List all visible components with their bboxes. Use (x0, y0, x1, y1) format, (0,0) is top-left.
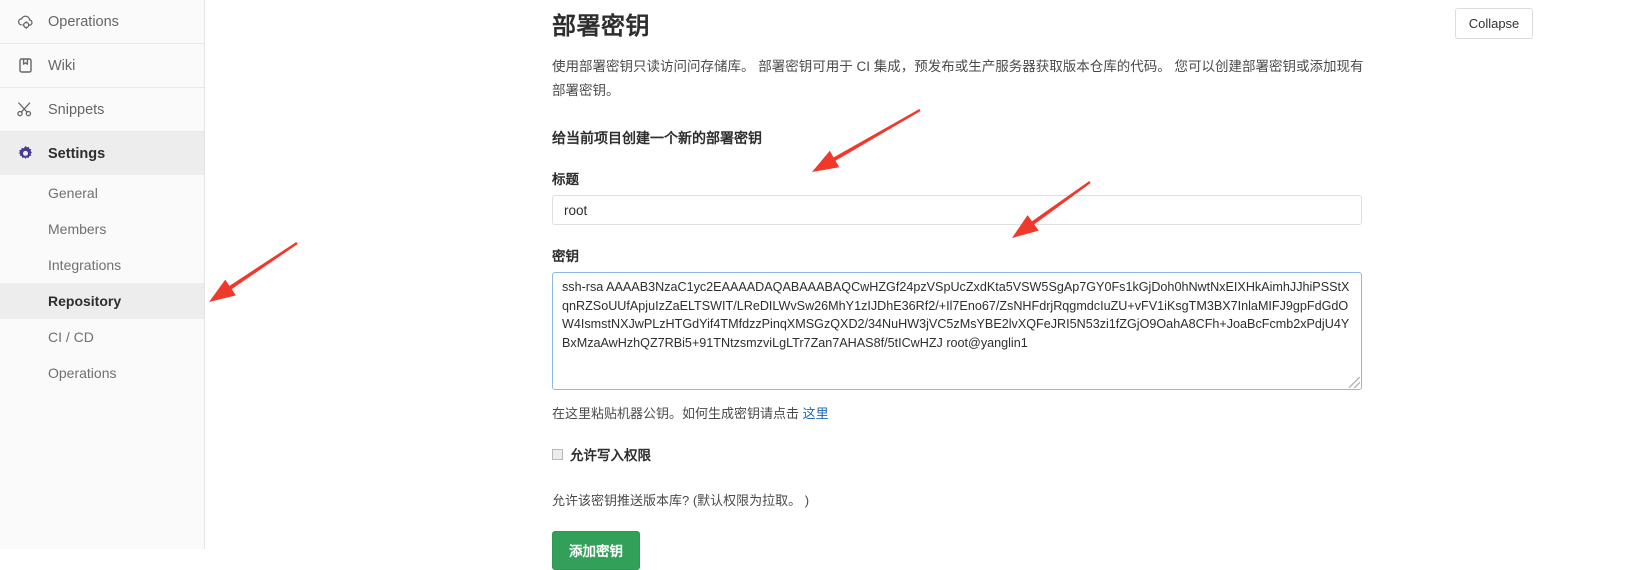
sidebar-item-label: Operations (48, 13, 119, 30)
key-field-label: 密钥 (552, 249, 579, 265)
sidebar: Operations Wiki Snippets Settings Genera… (0, 0, 205, 549)
gear-icon (14, 145, 36, 162)
sidebar-subitem-members[interactable]: Members (0, 211, 204, 247)
write-access-label: 允许写入权限 (570, 448, 651, 464)
sidebar-subitem-operations[interactable]: Operations (0, 355, 204, 391)
collapse-button[interactable]: Collapse (1455, 8, 1533, 39)
sidebar-item-settings[interactable]: Settings (0, 132, 204, 175)
sidebar-subitem-label: Repository (48, 293, 122, 309)
title-input[interactable] (552, 195, 1362, 226)
sidebar-item-label: Snippets (48, 101, 105, 118)
sidebar-subitem-label: Integrations (48, 257, 122, 273)
sidebar-subitem-integrations[interactable]: Integrations (0, 247, 204, 283)
page-description: 使用部署密钥只读访问问存储库。 部署密钥可用于 CI 集成，预发布或生产服务器获… (552, 59, 1364, 98)
sidebar-item-snippets[interactable]: Snippets (0, 88, 204, 131)
sidebar-subitem-ci-cd[interactable]: CI / CD (0, 319, 204, 355)
add-key-button[interactable]: 添加密钥 (552, 531, 640, 570)
sidebar-subitem-label: CI / CD (48, 329, 94, 345)
sidebar-subitem-label: Members (48, 221, 107, 237)
sidebar-subitem-general[interactable]: General (0, 175, 204, 211)
sidebar-subitem-label: Operations (48, 365, 117, 381)
collapse-button-label: Collapse (1468, 16, 1520, 31)
book-icon (14, 58, 36, 74)
sidebar-subitem-label: General (48, 185, 98, 201)
ssh-key-textarea[interactable]: ssh-rsa AAAAB3NzaC1yc2EAAAADAQABAAABAQCw… (552, 272, 1362, 391)
scissors-icon (14, 102, 36, 118)
sidebar-item-operations[interactable]: Operations (0, 0, 204, 43)
key-generate-link[interactable]: 这里 (803, 406, 829, 421)
key-hint: 在这里粘贴机器公钥。如何生成密钥请点击 这里 (552, 403, 1432, 422)
sidebar-item-wiki[interactable]: Wiki (0, 44, 204, 87)
section-title: 给当前项目创建一个新的部署密钥 (552, 130, 762, 147)
title-field-label: 标题 (552, 172, 579, 188)
sidebar-item-label: Settings (48, 145, 106, 162)
write-access-note: 允许该密钥推送版本库? (默认权限为拉取。 ) (552, 493, 810, 509)
sidebar-item-label: Wiki (48, 57, 76, 74)
sidebar-subitem-repository[interactable]: Repository (0, 283, 204, 319)
cloud-gear-icon (14, 14, 36, 30)
write-access-row: 允许写入权限 (552, 444, 1432, 464)
arrow-to-sidebar-repository (209, 242, 298, 302)
page-title: 部署密钥 (552, 13, 650, 40)
main-content: 部署密钥 使用部署密钥只读访问问存储库。 部署密钥可用于 CI 集成，预发布或生… (552, 0, 1432, 570)
write-access-checkbox[interactable] (552, 448, 563, 460)
key-hint-text: 在这里粘贴机器公钥。如何生成密钥请点击 (552, 406, 800, 422)
